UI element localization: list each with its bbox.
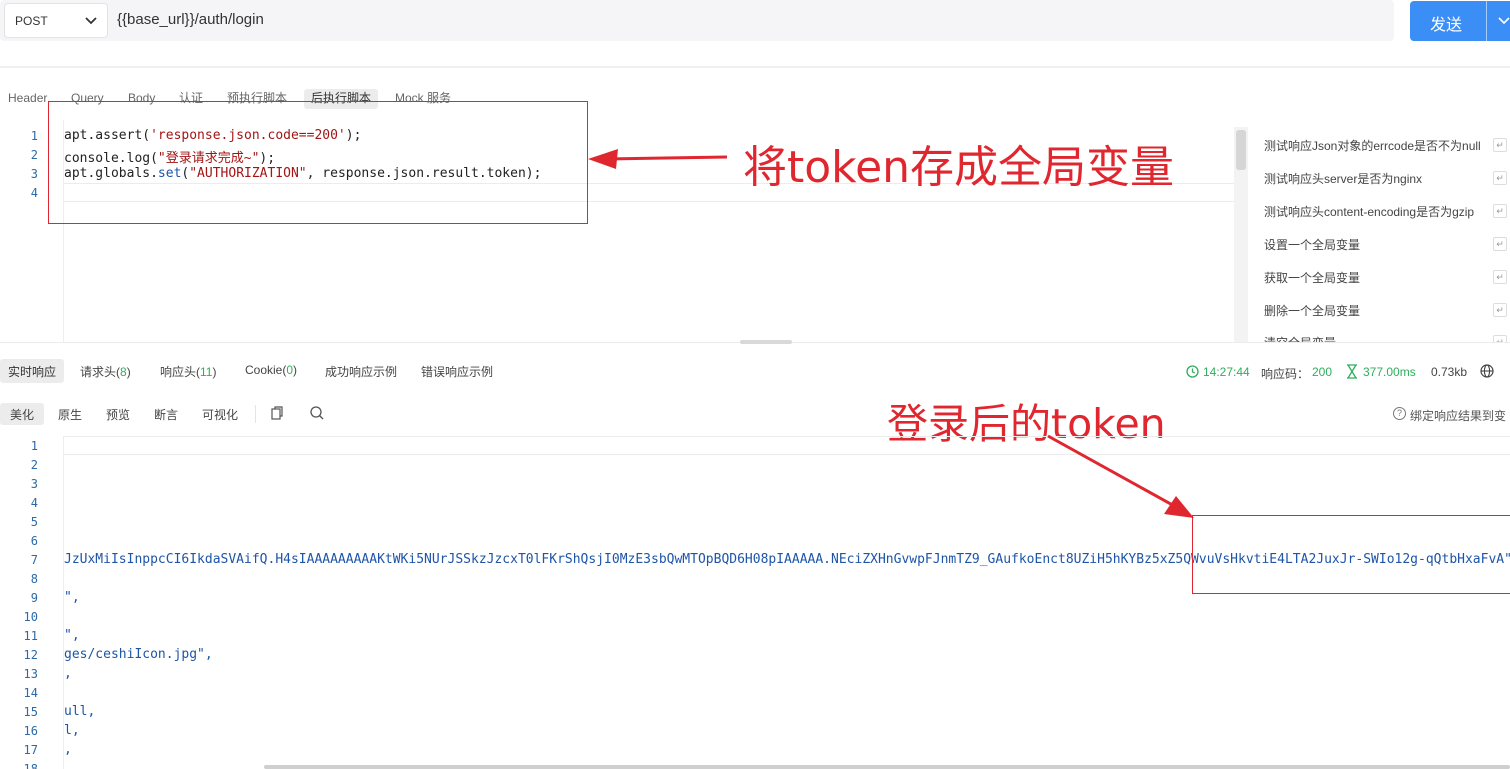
snippet-item[interactable]: 测试响应Json对象的errcode是否不为null [1264, 137, 1481, 154]
tab-label: ) [212, 365, 217, 379]
enter-icon: ↵ [1493, 204, 1507, 218]
line-number: 14 [23, 686, 38, 700]
snippet-overflow-clip: 清空全局变量 ↵ [1248, 330, 1510, 342]
copy-icon[interactable] [269, 405, 285, 421]
line-number: 3 [30, 477, 38, 491]
divider [0, 66, 1510, 68]
line-number: 11 [23, 629, 38, 643]
line-number: 9 [30, 591, 38, 605]
tab-preview[interactable]: 预览 [106, 406, 130, 423]
response-line[interactable]: , [64, 742, 72, 757]
annotation-save-token: 将token存成全局变量 [743, 142, 1175, 193]
count-badge: 11 [200, 365, 213, 379]
line-number: 10 [23, 610, 38, 624]
snippet-item[interactable]: 设置一个全局变量 [1264, 236, 1360, 253]
line-number: 1 [30, 129, 38, 143]
tab-beautify[interactable]: 美化 [0, 403, 45, 425]
clock-icon [1186, 365, 1199, 378]
enter-icon: ↵ [1493, 335, 1507, 342]
response-line[interactable]: ges/ceshiIcon.jpg", [64, 647, 213, 662]
tab-label: Cookie( [245, 363, 287, 377]
url-bar: POST {{base_url}}/auth/login [0, 0, 1394, 41]
tab-response-headers[interactable]: 响应头(11) [160, 363, 216, 380]
arrow-icon [1047, 434, 1194, 518]
api-tool-window: POST {{base_url}}/auth/login 发送 Header Q… [0, 0, 1510, 769]
duration: 377.00ms [1363, 365, 1416, 379]
tab-cookie[interactable]: Cookie(0) [245, 363, 297, 377]
snippet-item[interactable]: 删除一个全局变量 [1264, 302, 1360, 319]
enter-icon: ↵ [1493, 237, 1507, 251]
enter-icon: ↵ [1493, 171, 1507, 185]
line-number: 15 [23, 705, 38, 719]
tab-request-headers[interactable]: 请求头(8) [80, 363, 131, 380]
tab-assert[interactable]: 断言 [154, 406, 178, 423]
method-label: POST [15, 14, 48, 28]
bind-response-variable[interactable]: 绑定响应结果到变 [1410, 407, 1506, 424]
line-number: 18 [23, 762, 38, 769]
line-number: 3 [30, 167, 38, 181]
tab-success-example[interactable]: 成功响应示例 [325, 363, 397, 380]
send-button[interactable]: 发送 [1410, 1, 1510, 41]
enter-icon: ↵ [1493, 303, 1507, 317]
method-select[interactable]: POST [4, 3, 108, 38]
send-divider [1486, 1, 1487, 41]
chevron-down-icon [85, 17, 97, 25]
response-line[interactable]: ull, [64, 704, 95, 719]
tab-realtime-response[interactable]: 实时响应 [0, 359, 65, 383]
line-number: 4 [30, 186, 38, 200]
tab-visualize[interactable]: 可视化 [202, 406, 238, 423]
line-number: 17 [23, 743, 38, 757]
line-number: 16 [23, 724, 38, 738]
response-line[interactable]: ", [64, 628, 80, 643]
line-number: 1 [30, 439, 38, 453]
split-resize-handle[interactable] [740, 340, 792, 344]
line-number: 4 [30, 496, 38, 510]
url-input[interactable]: {{base_url}}/auth/login [117, 11, 264, 28]
line-number: 5 [30, 515, 38, 529]
tab-header[interactable]: Header [8, 89, 47, 109]
status-code-label: 响应码： [1261, 367, 1310, 381]
status-code: 200 [1312, 365, 1333, 379]
tab-label: ) [293, 363, 298, 377]
tab-label: ) [126, 365, 131, 379]
count-badge: 8 [120, 365, 127, 379]
horizontal-scrollbar[interactable] [264, 765, 1510, 769]
annotation-box-token [1192, 515, 1510, 594]
tab-label: 响应头( [160, 365, 200, 379]
send-button-label: 发送 [1430, 17, 1463, 34]
enter-icon: ↵ [1493, 138, 1507, 152]
response-line[interactable]: , [64, 666, 72, 681]
snippet-scrollbar-thumb[interactable] [1236, 130, 1246, 170]
response-size: 0.73kb [1431, 365, 1468, 379]
snippet-item[interactable]: 测试响应头content-encoding是否为gzip [1264, 203, 1474, 220]
tab-label: 请求头( [80, 365, 120, 379]
line-number: 7 [30, 553, 38, 567]
help-icon[interactable]: ? [1393, 407, 1406, 420]
tab-raw[interactable]: 原生 [58, 406, 82, 423]
chevron-down-icon[interactable] [1498, 16, 1510, 26]
snippet-item[interactable]: 清空全局变量 [1264, 334, 1336, 342]
globe-icon[interactable] [1480, 364, 1494, 378]
tab-error-example[interactable]: 错误响应示例 [421, 363, 493, 380]
annotation-box-script [48, 101, 588, 224]
active-line-highlight [64, 436, 1510, 455]
line-number: 12 [23, 648, 38, 662]
arrow-icon [588, 149, 728, 169]
enter-icon: ↵ [1493, 270, 1507, 284]
hourglass-icon [1347, 364, 1357, 379]
divider [255, 405, 256, 423]
snippet-item[interactable]: 获取一个全局变量 [1264, 269, 1360, 286]
response-time: 14:27:44 [1203, 365, 1250, 379]
line-number: 2 [30, 148, 38, 162]
line-number: 13 [23, 667, 38, 681]
line-number: 6 [30, 534, 38, 548]
response-line[interactable]: l, [64, 723, 80, 738]
line-number: 8 [30, 572, 38, 586]
response-line[interactable]: ", [64, 590, 80, 605]
search-icon[interactable] [309, 405, 325, 421]
snippet-item[interactable]: 测试响应头server是否为nginx [1264, 170, 1422, 187]
line-number: 2 [30, 458, 38, 472]
